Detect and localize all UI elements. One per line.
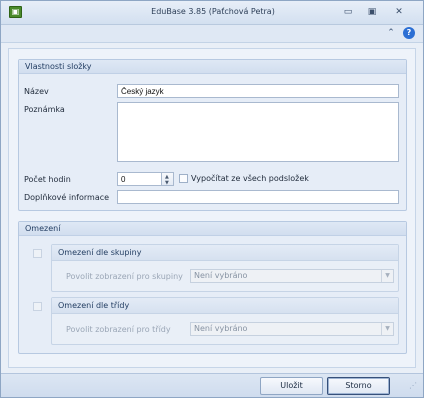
edubase-dialog-window: ▣ EduBase 3.85 (Paťchová Petra) ▭ ▣ ✕ ⌃ …	[0, 0, 424, 398]
calculate-from-subfolders-label: Vypočítat ze všech podsložek	[191, 174, 309, 183]
form-content: Vlastnosti složky Název Poznámka Počet h…	[8, 48, 416, 368]
restrict-by-group-box: Omezení dle skupiny Povolit zobrazení pr…	[51, 244, 399, 292]
extra-info-field[interactable]	[117, 190, 399, 204]
allow-classes-label: Povolit zobrazení pro třídy	[66, 325, 171, 334]
restrictions-header: Omezení	[19, 222, 406, 236]
close-icon[interactable]: ✕	[392, 7, 406, 18]
ribbon-toolbar: ⌃ ?	[1, 25, 423, 43]
folder-properties-group: Vlastnosti složky Název Poznámka Počet h…	[18, 59, 407, 211]
restrict-by-class-header: Omezení dle třídy	[52, 298, 398, 314]
minimize-icon[interactable]: ▭	[341, 7, 355, 18]
name-label: Název	[24, 87, 49, 96]
name-field[interactable]	[117, 84, 399, 98]
spin-down-icon[interactable]: ▼	[165, 180, 169, 186]
window-title: EduBase 3.85 (Paťchová Petra)	[151, 7, 275, 16]
note-field[interactable]	[117, 102, 399, 162]
save-button[interactable]: Uložit	[260, 377, 323, 395]
calculate-from-subfolders-checkbox[interactable]	[179, 174, 188, 183]
dialog-button-bar: Uložit Storno	[1, 373, 423, 397]
collapse-ribbon-icon[interactable]: ⌃	[385, 28, 397, 39]
hours-input[interactable]	[117, 172, 162, 186]
hours-spinner[interactable]: ▲ ▼	[162, 172, 174, 186]
app-icon: ▣	[9, 6, 22, 18]
folder-properties-header: Vlastnosti složky	[19, 60, 406, 74]
allow-groups-combo-value: Není vybráno	[194, 271, 248, 280]
help-icon[interactable]: ?	[403, 27, 415, 39]
note-label: Poznámka	[24, 105, 65, 114]
resize-grip-icon[interactable]: ⋰	[409, 381, 419, 391]
allow-classes-combo[interactable]: Není vybráno ▼	[190, 322, 394, 336]
cancel-button[interactable]: Storno	[327, 377, 390, 395]
restrict-by-class-box: Omezení dle třídy Povolit zobrazení pro …	[51, 297, 399, 345]
restrictions-group: Omezení Omezení dle skupiny Povolit zobr…	[18, 221, 407, 354]
restrict-by-group-checkbox[interactable]	[33, 249, 42, 258]
chevron-down-icon[interactable]: ▼	[381, 323, 393, 335]
title-bar[interactable]: ▣ EduBase 3.85 (Paťchová Petra) ▭ ▣ ✕	[1, 1, 423, 25]
extra-info-label: Doplňkové informace	[24, 193, 110, 202]
allow-groups-label: Povolit zobrazení pro skupiny	[66, 272, 183, 281]
maximize-icon[interactable]: ▣	[365, 7, 379, 18]
hours-label: Počet hodin	[24, 175, 71, 184]
allow-classes-combo-value: Není vybráno	[194, 324, 248, 333]
restrict-by-class-checkbox[interactable]	[33, 302, 42, 311]
chevron-down-icon[interactable]: ▼	[381, 270, 393, 282]
restrict-by-group-header: Omezení dle skupiny	[52, 245, 398, 261]
allow-groups-combo[interactable]: Není vybráno ▼	[190, 269, 394, 283]
